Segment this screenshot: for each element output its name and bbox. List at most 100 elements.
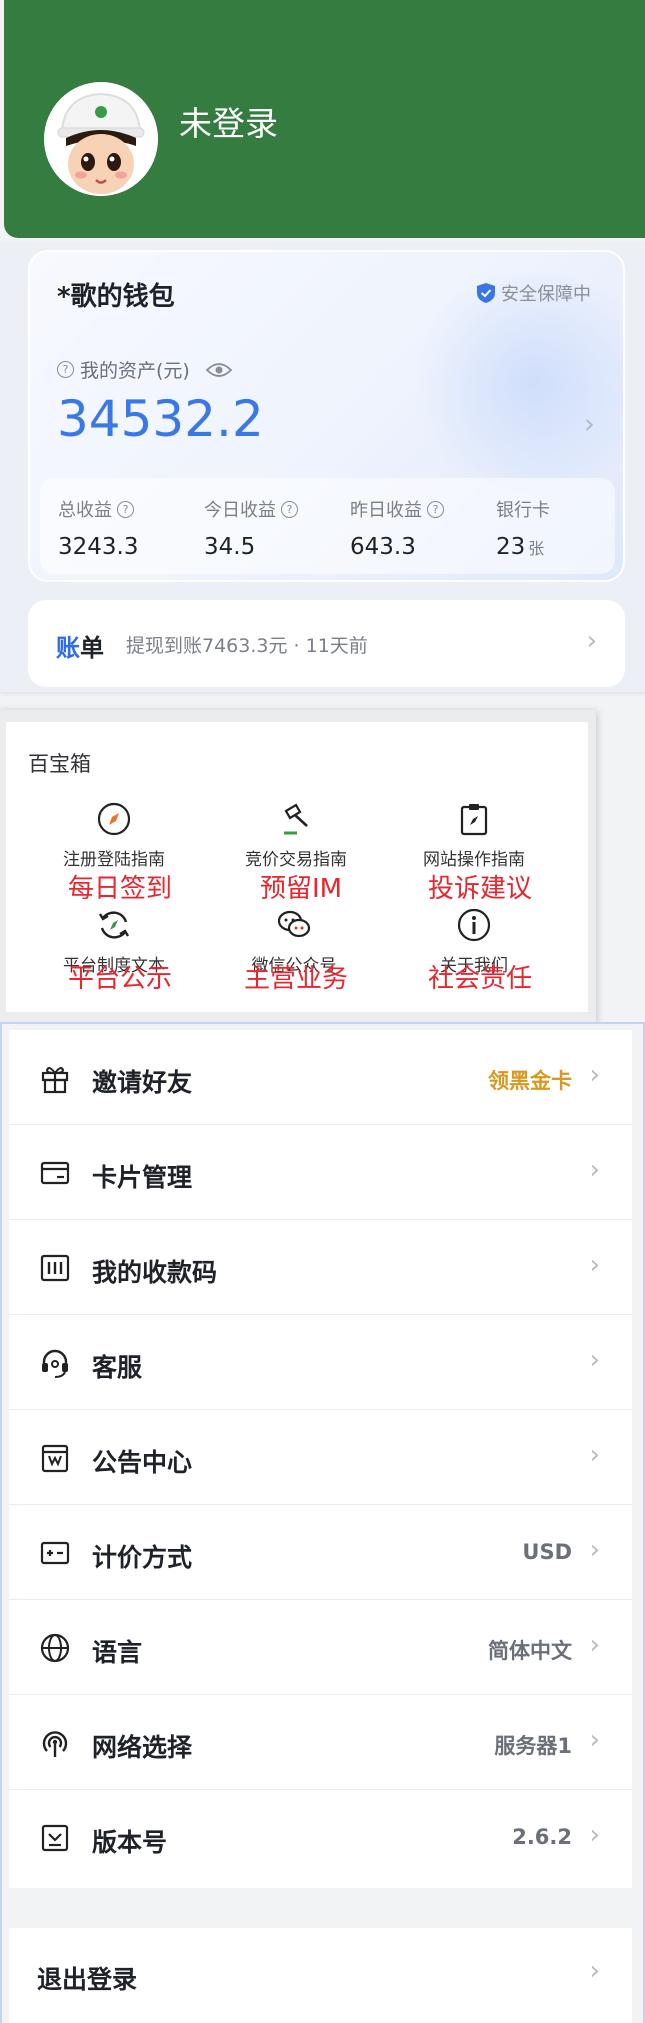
menu-item-value: 2.6.2 <box>512 1825 572 1849</box>
card-icon <box>40 1161 70 1185</box>
menu-item-label: 客服 <box>92 1353 143 1382</box>
toolbox-item-overlay: 每日签到 <box>68 874 173 904</box>
stat-value: 643.3 <box>350 534 416 560</box>
shield-check-icon <box>477 283 495 303</box>
toolbox-item-about-us[interactable]: 关于我们 社会责任 <box>384 908 564 994</box>
barcode-icon <box>40 1254 70 1282</box>
stat-label: 总收益 <box>58 500 112 521</box>
menu-item-label: 语言 <box>92 1638 143 1667</box>
toolbox-item-overlay: 预留IM <box>260 874 343 904</box>
notice-icon <box>41 1444 69 1473</box>
toolbox-item-overlay: 投诉建议 <box>428 874 533 904</box>
asset-label: ? 我的资产(元) <box>57 356 232 383</box>
menu-item-version[interactable]: 版本号 2.6.2 › <box>9 1790 632 1885</box>
menu-item-value: 简体中文 <box>488 1639 572 1663</box>
chevron-right-icon: › <box>589 1725 600 1755</box>
wallet-card[interactable]: *歌的钱包 安全保障中 ? 我的资产(元) 34532.2 › 总收益? 324… <box>28 250 625 582</box>
menu-item-pricing-method[interactable]: 计价方式 USD › <box>9 1505 632 1600</box>
eye-icon[interactable] <box>205 362 232 378</box>
toolbox-item-overlay: 平台公示 <box>68 964 173 994</box>
pricing-icon <box>40 1541 70 1565</box>
cartoon-worker-avatar-icon <box>44 82 158 196</box>
stat-today-earnings: 今日收益? 34.5 <box>204 496 298 560</box>
stat-yesterday-earnings: 昨日收益? 643.3 <box>350 496 444 560</box>
toolbox-panel: 百宝箱 注册登陆指南 每日签到 竞价交易指南 预留IM 网站操作指南 投诉建议 … <box>6 722 588 1012</box>
toolbox-item-platform-rules[interactable]: 平台制度文本 平台公示 <box>24 908 204 994</box>
toolbox-title: 百宝箱 <box>28 752 91 776</box>
bill-tag: 账单 <box>56 628 104 663</box>
menu-item-customer-service[interactable]: 客服 › <box>9 1315 632 1410</box>
chevron-right-icon: › <box>589 1956 600 1986</box>
menu-item-value: 领黑金卡 <box>488 1069 572 1093</box>
chevron-right-icon: › <box>586 626 597 656</box>
question-icon[interactable]: ? <box>281 500 298 518</box>
earnings-stats: 总收益? 3243.3 今日收益? 34.5 昨日收益? 643.3 银行卡 2… <box>40 478 615 574</box>
menu-item-label: 计价方式 <box>92 1543 193 1572</box>
stat-value: 3243.3 <box>58 534 139 560</box>
avatar[interactable] <box>44 82 158 196</box>
wechat-icon <box>277 910 311 938</box>
question-icon[interactable]: ? <box>57 361 74 378</box>
stat-unit: 张 <box>528 539 545 558</box>
info-icon <box>457 908 491 942</box>
asset-value: 34532.2 <box>57 390 264 448</box>
bill-row[interactable]: 账单 提现到账7463.3元 · 11天前 › <box>28 600 625 687</box>
chevron-right-icon: › <box>589 1345 600 1375</box>
bill-tag-part2: 单 <box>80 634 104 662</box>
toolbox-item-label: 注册登陆指南 <box>63 850 165 870</box>
security-badge: 安全保障中 <box>477 280 591 306</box>
menu-item-label: 版本号 <box>92 1828 168 1857</box>
chevron-right-icon: › <box>589 1630 600 1660</box>
compass-icon <box>97 802 131 836</box>
menu-item-label: 邀请好友 <box>92 1068 193 1097</box>
toolbox-item-site-guide[interactable]: 网站操作指南 投诉建议 <box>384 802 564 904</box>
menu-item-card-management[interactable]: 卡片管理 › <box>9 1125 632 1220</box>
toolbox-item-register-guide[interactable]: 注册登陆指南 每日签到 <box>24 802 204 904</box>
asset-label-text: 我的资产(元) <box>80 360 190 382</box>
menu-item-notice-center[interactable]: 公告中心 › <box>9 1410 632 1505</box>
chevron-right-icon: › <box>589 1440 600 1470</box>
menu-item-payment-code[interactable]: 我的收款码 › <box>9 1220 632 1315</box>
chevron-right-icon: › <box>589 1250 600 1280</box>
menu-item-invite-friends[interactable]: 邀请好友 领黑金卡 › <box>9 1030 632 1125</box>
logout-button[interactable]: 退出登录 › <box>9 1928 632 2023</box>
wallet-title: *歌的钱包 <box>57 282 175 312</box>
page: 未登录 *歌的钱包 安全保障中 ? 我的资产(元) 34532.2 › 总收益? <box>0 0 645 2023</box>
stat-bank-cards[interactable]: 银行卡 23 张 <box>496 496 550 560</box>
stat-total-earnings: 总收益? 3243.3 <box>58 496 138 560</box>
chevron-right-icon: › <box>589 1060 600 1090</box>
toolbox-item-bidding-guide[interactable]: 竞价交易指南 预留IM <box>206 802 386 904</box>
stat-label: 昨日收益 <box>350 500 422 521</box>
chevron-right-icon[interactable]: › <box>584 407 595 440</box>
stat-label: 银行卡 <box>496 500 550 521</box>
refresh-compass-icon <box>98 911 130 939</box>
chevron-right-icon: › <box>589 1155 600 1185</box>
download-icon <box>41 1824 69 1852</box>
toolbox-item-label: 网站操作指南 <box>423 850 525 870</box>
toolbox-item-overlay: 主营业务 <box>244 964 349 994</box>
gift-icon <box>41 1067 69 1094</box>
login-status[interactable]: 未登录 <box>179 97 278 145</box>
stat-value: 23 <box>496 534 526 560</box>
chevron-right-icon: › <box>589 1535 600 1565</box>
menu-item-label: 公告中心 <box>92 1448 193 1477</box>
toolbox-item-label: 竞价交易指南 <box>245 850 347 870</box>
bill-latest-text: 提现到账7463.3元 · 11天前 <box>126 635 368 657</box>
logout-label: 退出登录 <box>37 1965 138 1994</box>
question-icon[interactable]: ? <box>117 500 134 518</box>
menu-item-language[interactable]: 语言 简体中文 › <box>9 1600 632 1695</box>
bill-tag-part1: 账 <box>56 634 80 662</box>
settings-menu: 邀请好友 领黑金卡 › 卡片管理 › 我的收款码 › 客服 › 公告中心 › 计… <box>9 1030 632 1888</box>
headset-icon <box>42 1349 68 1378</box>
toolbox-item-wechat[interactable]: 微信公众号 主营业务 <box>204 908 384 994</box>
question-icon[interactable]: ? <box>427 500 444 518</box>
signal-icon <box>42 1731 68 1757</box>
stat-label: 今日收益 <box>204 500 276 521</box>
menu-item-label: 卡片管理 <box>92 1163 193 1192</box>
menu-item-label: 我的收款码 <box>92 1258 218 1287</box>
menu-item-network-selection[interactable]: 网络选择 服务器1 › <box>9 1695 632 1790</box>
clipboard-compass-icon <box>460 804 488 836</box>
security-badge-text: 安全保障中 <box>501 284 591 305</box>
profile-header: 未登录 <box>4 0 645 238</box>
gavel-icon <box>284 803 308 835</box>
